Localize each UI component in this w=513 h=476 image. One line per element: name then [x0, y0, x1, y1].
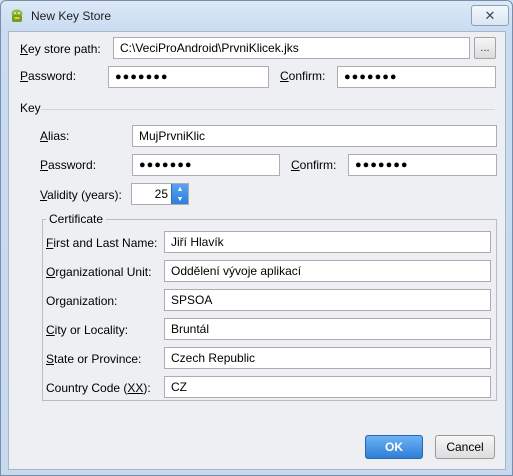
browse-button[interactable]: ...: [474, 37, 496, 59]
cert-organization-input[interactable]: SPSOA: [164, 289, 491, 311]
ok-button[interactable]: OK: [365, 435, 423, 459]
keystore-confirm-input[interactable]: ●●●●●●●: [337, 66, 496, 88]
validity-label: Validity (years):: [40, 188, 122, 202]
cert-state-label: State or Province:: [46, 352, 142, 366]
validity-spinner[interactable]: 25 ▲ ▼: [131, 183, 189, 205]
cert-name-input[interactable]: Jiří Hlavík: [164, 231, 491, 253]
chevron-up-icon[interactable]: ▲: [172, 184, 188, 194]
key-section-divider: [41, 109, 495, 110]
cert-city-input[interactable]: Bruntál: [164, 318, 491, 340]
validity-spin-buttons: ▲ ▼: [171, 184, 188, 204]
close-button[interactable]: ✕: [471, 5, 509, 26]
keystore-confirm-label: Confirm:: [280, 69, 326, 83]
cert-name-label: First and Last Name:: [46, 236, 158, 250]
key-confirm-label: Confirm:: [291, 158, 337, 172]
cert-org-unit-label: Organizational Unit:: [46, 265, 152, 279]
cert-city-label: City or Locality:: [46, 323, 129, 337]
close-icon: ✕: [484, 8, 496, 23]
key-password-input[interactable]: ●●●●●●●: [132, 154, 280, 176]
chevron-down-icon[interactable]: ▼: [172, 194, 188, 204]
key-store-path-label: Key store path:: [20, 42, 101, 56]
cert-country-code-input[interactable]: CZ: [164, 376, 491, 398]
validity-value: 25: [154, 187, 168, 201]
title-bar: New Key Store ✕: [1, 1, 512, 31]
new-key-store-dialog: New Key Store ✕ Key store path: C:\VeciP…: [0, 0, 513, 476]
key-confirm-input[interactable]: ●●●●●●●: [348, 154, 497, 176]
android-icon: [11, 9, 23, 22]
cert-organization-label: Organization:: [46, 294, 118, 308]
cancel-button[interactable]: Cancel: [435, 435, 495, 459]
key-password-label: Password:: [40, 158, 97, 172]
alias-label: Alias:: [40, 129, 70, 143]
key-section-label: Key: [20, 101, 41, 115]
window-title: New Key Store: [31, 9, 112, 23]
key-store-path-input[interactable]: C:\VeciProAndroid\PrvniKlicek.jks: [113, 37, 470, 59]
certificate-legend: Certificate: [46, 212, 107, 226]
alias-input[interactable]: MujPrvniKlic: [132, 125, 497, 147]
keystore-password-input[interactable]: ●●●●●●●: [108, 66, 269, 88]
cert-country-code-label: Country Code (XX):: [46, 381, 151, 395]
cert-state-input[interactable]: Czech Republic: [164, 347, 491, 369]
cert-org-unit-input[interactable]: Oddělení vývoje aplikací: [164, 260, 491, 282]
keystore-password-label: Password:: [20, 69, 77, 83]
dialog-body: Key store path: C:\VeciProAndroid\PrvniK…: [8, 31, 506, 470]
